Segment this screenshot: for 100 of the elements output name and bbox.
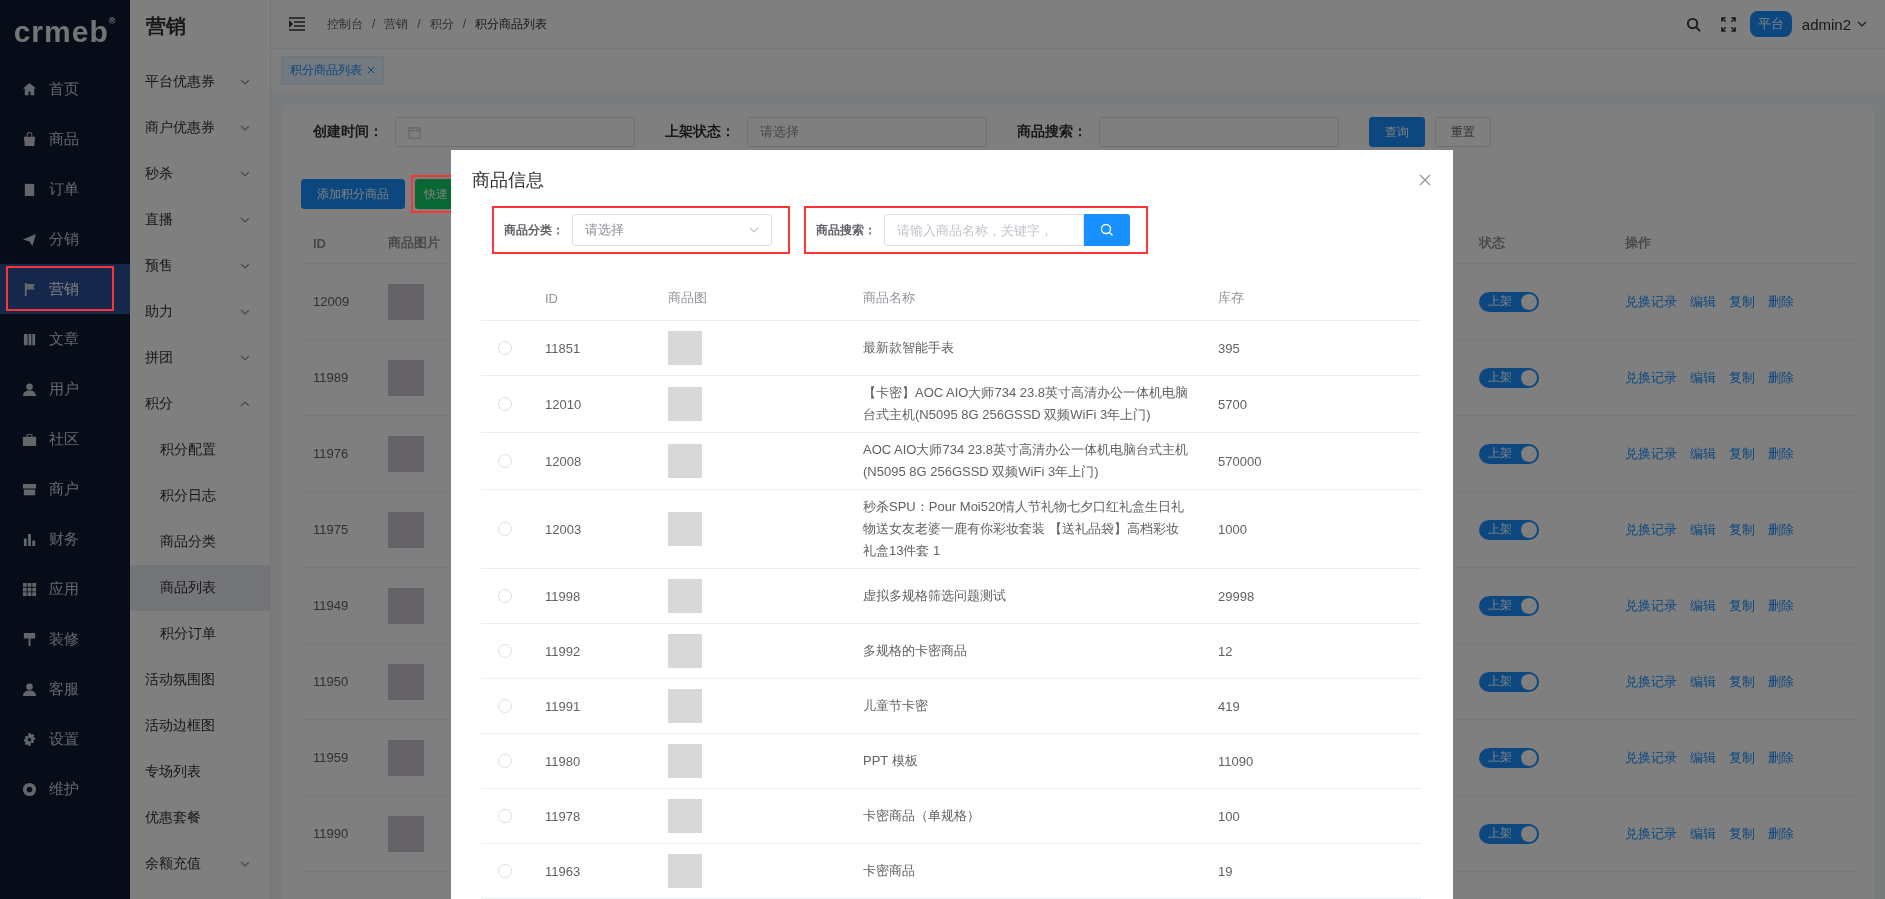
action-link[interactable]: 复制 <box>1729 292 1755 311</box>
page-tab[interactable]: 积分商品列表 <box>281 55 384 85</box>
action-button[interactable]: 添加积分商品 <box>301 179 405 209</box>
status-switch[interactable]: 上架 <box>1479 519 1539 540</box>
action-link[interactable]: 删除 <box>1768 824 1794 843</box>
action-link[interactable]: 复制 <box>1729 596 1755 615</box>
action-link[interactable]: 复制 <box>1729 824 1755 843</box>
person-icon <box>22 681 37 697</box>
action-link[interactable]: 编辑 <box>1690 824 1716 843</box>
action-link[interactable]: 兑换记录 <box>1625 596 1677 615</box>
submenu-item[interactable]: 活动氛围图 <box>130 657 270 703</box>
search-icon[interactable] <box>1685 16 1701 32</box>
nav-item[interactable]: 订单 <box>0 164 130 214</box>
submenu-item[interactable]: 优惠套餐 <box>130 795 270 841</box>
nav-item[interactable]: 装修 <box>0 614 130 664</box>
action-link[interactable]: 编辑 <box>1690 672 1716 691</box>
menu-icon[interactable] <box>289 17 305 31</box>
nav-item[interactable]: 维护 <box>0 764 130 814</box>
close-icon[interactable] <box>367 66 375 74</box>
table-cell-text: 12009 <box>312 294 351 309</box>
action-link[interactable]: 编辑 <box>1690 520 1716 539</box>
filter-label: 商品分类： <box>504 221 564 239</box>
nav-item[interactable]: 文章 <box>0 314 130 364</box>
status-switch[interactable]: 上架 <box>1479 367 1539 388</box>
action-link[interactable]: 编辑 <box>1690 368 1716 387</box>
nav-item[interactable]: 用户 <box>0 364 130 414</box>
filter-button[interactable]: 重置 <box>1435 117 1491 147</box>
submenu-item[interactable]: 专场列表 <box>130 749 270 795</box>
action-link[interactable]: 编辑 <box>1690 292 1716 311</box>
column-header: ID <box>544 290 559 306</box>
action-link[interactable]: 复制 <box>1729 444 1755 463</box>
breadcrumb-item[interactable]: 营销 <box>384 15 409 33</box>
submenu-item[interactable]: 商品分类 <box>130 519 270 565</box>
search-field[interactable]: 请输入商品名称，关键字， <box>884 214 1084 246</box>
search-button[interactable] <box>1084 214 1130 246</box>
action-link[interactable]: 复制 <box>1729 748 1755 767</box>
nav-item[interactable]: 应用 <box>0 564 130 614</box>
filter-button[interactable]: 查询 <box>1369 117 1425 147</box>
action-link[interactable]: 兑换记录 <box>1625 520 1677 539</box>
submenu-group[interactable]: 拼团 <box>130 335 270 381</box>
status-switch[interactable]: 上架 <box>1479 747 1539 768</box>
status-switch[interactable]: 上架 <box>1479 823 1539 844</box>
action-link[interactable]: 兑换记录 <box>1625 368 1677 387</box>
submenu-group[interactable]: 助力 <box>130 289 270 335</box>
nav-item[interactable]: 商品 <box>0 114 130 164</box>
submenu-item[interactable]: 商品列表 <box>130 565 270 611</box>
status-switch[interactable]: 上架 <box>1479 443 1539 464</box>
nav-item[interactable]: 分销 <box>0 214 130 264</box>
action-link[interactable]: 编辑 <box>1690 748 1716 767</box>
date-field[interactable] <box>395 117 635 147</box>
select-field[interactable]: 请选择 <box>572 214 772 246</box>
status-switch[interactable]: 上架 <box>1479 671 1539 692</box>
submenu-group[interactable]: 秒杀 <box>130 151 270 197</box>
submenu-group[interactable]: 直播 <box>130 197 270 243</box>
nav-item[interactable]: 商户 <box>0 464 130 514</box>
action-link[interactable]: 编辑 <box>1690 444 1716 463</box>
action-link[interactable]: 复制 <box>1729 672 1755 691</box>
submenu-item[interactable]: 积分配置 <box>130 427 270 473</box>
close-icon[interactable] <box>1419 174 1431 186</box>
nav-item[interactable]: 财务 <box>0 514 130 564</box>
action-link[interactable]: 兑换记录 <box>1625 292 1677 311</box>
action-link[interactable]: 删除 <box>1768 596 1794 615</box>
action-link[interactable]: 删除 <box>1768 748 1794 767</box>
caret-icon[interactable] <box>1857 21 1867 27</box>
action-link[interactable]: 兑换记录 <box>1625 672 1677 691</box>
action-link[interactable]: 删除 <box>1768 444 1794 463</box>
nav-item[interactable]: 设置 <box>0 714 130 764</box>
status-switch[interactable]: 上架 <box>1479 595 1539 616</box>
breadcrumb-item[interactable]: 积分 <box>429 15 454 33</box>
action-link[interactable]: 删除 <box>1768 368 1794 387</box>
submenu-group[interactable]: 余额充值 <box>130 841 270 887</box>
table-cell-text: 11949 <box>312 598 350 613</box>
submenu-group[interactable]: 预售 <box>130 243 270 289</box>
submenu-item[interactable]: 积分日志 <box>130 473 270 519</box>
submenu-group[interactable]: 商户优惠券 <box>130 105 270 151</box>
submenu-group[interactable]: 积分 <box>130 381 270 427</box>
nav-item[interactable]: 客服 <box>0 664 130 714</box>
fullscreen-icon[interactable] <box>1720 16 1736 32</box>
action-link[interactable]: 兑换记录 <box>1625 748 1677 767</box>
photo-placeholder <box>668 331 702 365</box>
nav-item[interactable]: 首页 <box>0 64 130 114</box>
action-link[interactable]: 编辑 <box>1690 596 1716 615</box>
action-link[interactable]: 删除 <box>1768 672 1794 691</box>
nav-item[interactable]: 营销 <box>0 264 130 314</box>
submenu-item[interactable]: 活动边框图 <box>130 703 270 749</box>
action-link[interactable]: 复制 <box>1729 520 1755 539</box>
submenu-group[interactable]: 平台优惠券 <box>130 59 270 105</box>
breadcrumb-item[interactable]: 控制台 <box>327 15 363 33</box>
table-cell-text: 11975 <box>312 522 350 537</box>
user-menu[interactable]: admin2 <box>1801 15 1851 33</box>
action-link[interactable]: 删除 <box>1768 520 1794 539</box>
action-link[interactable]: 删除 <box>1768 292 1794 311</box>
submenu-item[interactable]: 积分订单 <box>130 611 270 657</box>
photo-placeholder <box>388 435 424 472</box>
action-link[interactable]: 复制 <box>1729 368 1755 387</box>
status-switch[interactable]: 上架 <box>1479 291 1539 312</box>
nav-item[interactable]: 社区 <box>0 414 130 464</box>
action-link[interactable]: 兑换记录 <box>1625 824 1677 843</box>
lifebuoy-icon <box>22 781 37 797</box>
action-link[interactable]: 兑换记录 <box>1625 444 1677 463</box>
